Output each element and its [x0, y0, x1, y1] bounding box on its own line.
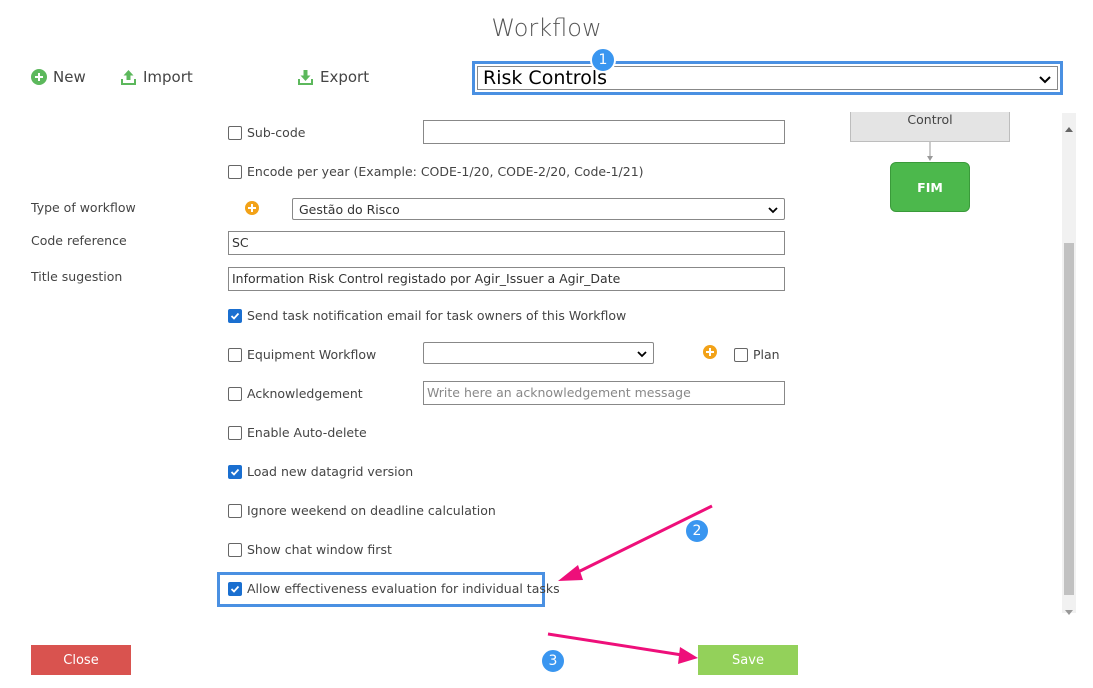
arrow-to-effectiveness [558, 504, 713, 581]
arrow-to-save [547, 632, 698, 664]
step-badge-3: 3 [540, 648, 566, 674]
close-button[interactable]: Close [31, 645, 131, 675]
step-badge-2: 2 [684, 518, 710, 544]
annotation-arrows [547, 504, 713, 664]
save-button[interactable]: Save [698, 645, 798, 675]
